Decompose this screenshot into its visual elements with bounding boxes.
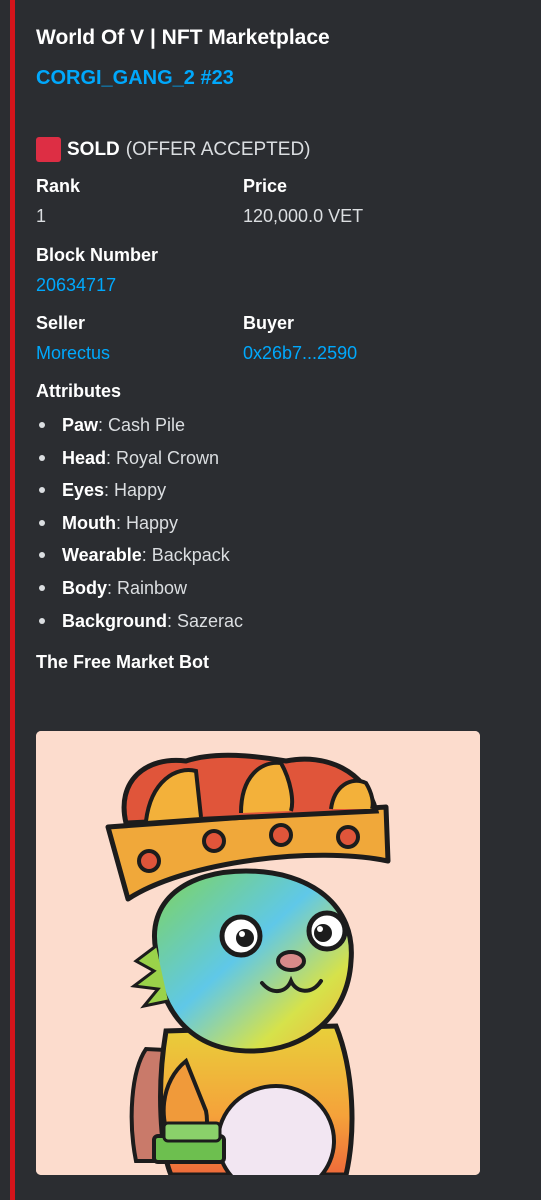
attribute-value: : Backpack: [141, 545, 230, 566]
bullet-icon: [39, 519, 45, 526]
attributes-list: Paw: Cash Pile Head: Royal Crown Eyes: H…: [36, 411, 243, 639]
rank-label: Rank: [36, 176, 81, 196]
list-item: Head: Royal Crown: [36, 444, 243, 477]
attribute-key: Wearable: [62, 545, 142, 566]
attribute-key: Paw: [62, 415, 99, 435]
status-note: (OFFER ACCEPTED): [125, 138, 311, 160]
attribute-key: Mouth: [62, 512, 116, 533]
attribute-key: Head: [62, 447, 107, 468]
list-item: Mouth: Happy: [36, 509, 243, 542]
bullet-icon: [39, 454, 45, 461]
bullet-icon: [39, 422, 45, 428]
price-value: 120,000.0 VET: [243, 206, 364, 226]
corgi-nft-illustration: [36, 731, 480, 1175]
attribute-value: : Rainbow: [107, 577, 188, 598]
bullet-icon: [39, 584, 45, 591]
bullet-icon: [39, 552, 45, 559]
embed-author: World Of V | NFT Marketplace: [36, 26, 330, 49]
status-label: SOLD: [67, 138, 120, 160]
attribute-value: : Happy: [104, 480, 167, 501]
red-square-icon: [36, 137, 61, 162]
seller-link[interactable]: Morectus: [36, 343, 110, 364]
embed-accent-bar: [10, 0, 15, 1200]
attribute-value: : Cash Pile: [98, 415, 186, 435]
buyer-link[interactable]: 0x26b7...2590: [243, 343, 357, 364]
bullet-icon: [39, 487, 45, 494]
attribute-key: Body: [62, 577, 107, 598]
price-label: Price: [243, 176, 288, 196]
attribute-key: Eyes: [62, 480, 105, 501]
bullet-icon: [39, 617, 45, 624]
rank-value: 1: [36, 206, 47, 226]
attribute-value: : Royal Crown: [106, 447, 220, 468]
buyer-label: Buyer: [243, 313, 295, 333]
list-item: Eyes: Happy: [36, 476, 243, 509]
sale-status: SOLD (OFFER ACCEPTED): [36, 137, 311, 162]
attribute-key: Background: [62, 610, 168, 631]
attributes-heading: Attributes: [36, 381, 121, 401]
block-number-label: Block Number: [36, 245, 159, 265]
seller-label: Seller: [36, 313, 86, 333]
attribute-value: : Happy: [115, 512, 179, 533]
list-item: Background: Sazerac: [36, 607, 243, 640]
list-item: Paw: Cash Pile: [36, 411, 243, 444]
embed-footer: The Free Market Bot: [36, 652, 210, 672]
embed-title-link[interactable]: CORGI_GANG_2 #23: [36, 67, 234, 90]
attribute-value: : Sazerac: [167, 610, 244, 631]
block-number-link[interactable]: 20634717: [36, 275, 116, 296]
list-item: Wearable: Backpack: [36, 541, 243, 574]
nft-image[interactable]: [36, 731, 480, 1175]
list-item: Body: Rainbow: [36, 574, 243, 607]
